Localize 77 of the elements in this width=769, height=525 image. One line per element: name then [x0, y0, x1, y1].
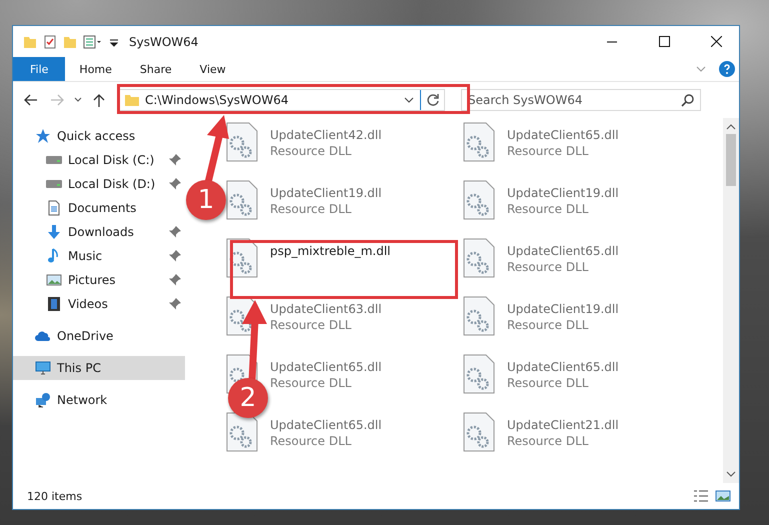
- properties-icon[interactable]: [43, 34, 57, 48]
- network-icon: [35, 392, 51, 408]
- file-type: Resource DLL: [507, 202, 590, 216]
- document-icon: [46, 200, 62, 216]
- up-arrow-icon: [93, 93, 105, 107]
- navigation-item[interactable]: OneDrive: [13, 324, 185, 348]
- navigation-item[interactable]: This PC: [13, 356, 185, 380]
- file-name[interactable]: UpdateClient65.dll: [270, 418, 382, 432]
- back-arrow-icon: [24, 94, 38, 106]
- pictures-icon: [46, 272, 62, 288]
- file-type: Resource DLL: [507, 376, 590, 390]
- help-icon[interactable]: [719, 61, 735, 77]
- file-gear-icon: [463, 412, 495, 452]
- address-field[interactable]: C:\Windows\SysWOW64: [119, 89, 445, 111]
- file-gear-icon: [463, 354, 495, 394]
- file-type: Resource DLL: [270, 434, 352, 448]
- navigation-item[interactable]: Music: [13, 244, 185, 268]
- file-name[interactable]: UpdateClient42.dll: [270, 128, 382, 142]
- navigation-item[interactable]: Documents: [13, 196, 185, 220]
- maximize-icon: [658, 36, 670, 47]
- film-icon: [46, 296, 62, 312]
- thumbnails-view-icon[interactable]: [715, 489, 731, 503]
- file-name[interactable]: UpdateClient63.dll: [270, 302, 382, 316]
- file-menu-tab[interactable]: File: [13, 57, 66, 81]
- file-gear-icon: [226, 412, 258, 452]
- file-gear-icon: [226, 122, 258, 162]
- chevron-up-icon[interactable]: [726, 122, 736, 132]
- file-name[interactable]: UpdateClient65.dll: [507, 360, 619, 374]
- navigation-item[interactable]: Pictures: [13, 268, 185, 292]
- file-gear-icon: [226, 180, 258, 220]
- navigation-item[interactable]: Quick access: [13, 124, 185, 148]
- file-name[interactable]: UpdateClient19.dll: [507, 302, 619, 316]
- item-count: 120 items: [27, 490, 84, 502]
- file-type: Resource DLL: [507, 260, 590, 274]
- refresh-icon[interactable]: [426, 93, 440, 107]
- file-name[interactable]: UpdateClient21.dll: [507, 418, 619, 432]
- file-name[interactable]: UpdateClient65.dll: [507, 244, 619, 258]
- file-type: Resource DLL: [270, 144, 352, 158]
- file-name[interactable]: psp_mixtreble_m.dll: [270, 244, 390, 258]
- file-gear-icon: [463, 122, 495, 162]
- layout-icon[interactable]: [83, 34, 103, 48]
- drive-icon: [46, 156, 62, 164]
- window-title: SysWOW64: [129, 34, 200, 48]
- file-gear-icon: [463, 238, 495, 278]
- navigation-item[interactable]: Local Disk (C:): [13, 148, 185, 172]
- scroll-thumb[interactable]: [726, 134, 736, 186]
- file-name[interactable]: UpdateClient19.dll: [270, 186, 382, 200]
- file-type: Resource DLL: [270, 202, 352, 216]
- navigation-item[interactable]: Local Disk (D:): [13, 172, 185, 196]
- drive-icon: [46, 180, 62, 188]
- search-icon: [681, 94, 694, 107]
- minimize-icon: [607, 40, 617, 42]
- folder-icon: [124, 93, 140, 107]
- download-icon: [46, 224, 62, 240]
- monitor-icon: [35, 360, 51, 376]
- folder-icon: [23, 34, 37, 48]
- scrollbar[interactable]: [723, 118, 739, 483]
- chevron-down-icon[interactable]: [726, 469, 736, 479]
- star-icon: [35, 128, 51, 144]
- close-icon: [710, 36, 722, 47]
- file-name[interactable]: UpdateClient65.dll: [270, 360, 382, 374]
- navigation-item[interactable]: Downloads: [13, 220, 185, 244]
- file-type: Resource DLL: [507, 434, 590, 448]
- file-type: Resource DLL: [270, 376, 352, 390]
- navigation-item[interactable]: Videos: [13, 292, 185, 316]
- search-field[interactable]: Search SysWOW64: [461, 89, 701, 111]
- file-name[interactable]: UpdateClient19.dll: [507, 186, 619, 200]
- chevron-down-icon: [74, 97, 82, 103]
- navigation-item[interactable]: Network: [13, 388, 185, 412]
- file-gear-icon: [463, 296, 495, 336]
- file-type: Resource DLL: [507, 318, 590, 332]
- forward-arrow-icon: [50, 94, 64, 106]
- file-name[interactable]: UpdateClient65.dll: [507, 128, 619, 142]
- details-view-icon[interactable]: [693, 489, 709, 503]
- file-type: Resource DLL: [270, 318, 352, 332]
- file-gear-icon: [463, 180, 495, 220]
- file-type: Resource DLL: [507, 144, 590, 158]
